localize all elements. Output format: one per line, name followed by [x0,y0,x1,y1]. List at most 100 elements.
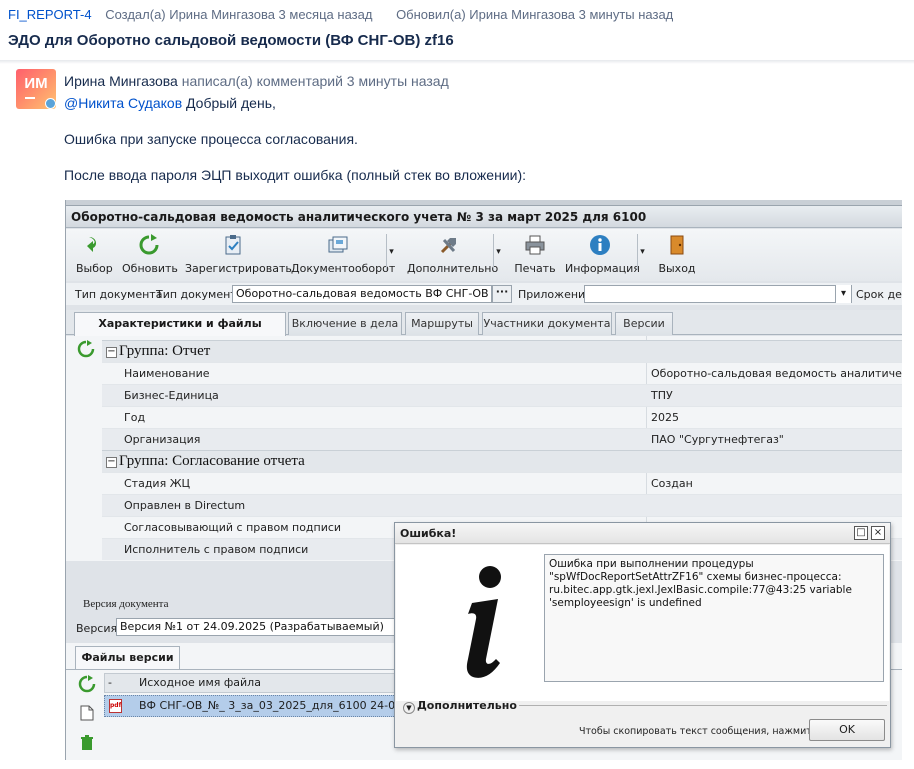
error-message[interactable]: Ошибка при выполнении процедуры "spWfDoc… [544,554,884,682]
info-dropdown-icon[interactable]: ▾ [637,234,647,270]
prop-value: ПАО "Сургутнефтегаз" [651,433,784,446]
prop-row[interactable]: Стадия ЖЦ Создан [102,472,902,494]
close-icon[interactable]: × [871,526,885,540]
prop-key: Наименование [124,367,210,380]
advanced-label: Дополнительно [417,699,517,712]
select-label: Выбор [76,262,113,275]
refresh-icon[interactable] [77,340,95,358]
prop-value: Создан [651,477,693,490]
comment-line-1: @Никита Судаков Добрый день, [64,95,526,131]
tab-routes[interactable]: Маршруты [405,312,479,335]
deadline-label: Срок дей [856,288,902,301]
prop-row[interactable]: Организация ПАО "Сургутнефтегаз" [102,428,902,450]
group-title: Группа: Отчет [119,343,211,359]
doctype-row: Тип документа Тип документа Оборотно-сал… [66,283,902,305]
exit-label: Выход [658,262,696,275]
prop-value: ТПУ [651,389,673,402]
prop-key: Оправлен в Directum [124,499,246,512]
printer-icon [525,235,545,255]
status-badge-icon [45,98,56,109]
col-file-name[interactable]: Исходное имя файла [139,674,261,692]
table-row[interactable]: pdf ВФ СНГ-ОВ_№_ 3_за_03_2025_для_6100 2… [104,695,434,717]
window-title: Оборотно-сальдовая ведомость аналитическ… [66,206,902,228]
prop-key: Год [124,411,146,424]
attachment-label: Приложение [518,288,592,301]
tools-icon [440,238,456,254]
refresh-icon [139,234,159,255]
docflow-dropdown-icon[interactable]: ▾ [386,234,396,270]
header-divider [0,60,914,64]
more-dropdown-icon[interactable]: ▾ [493,234,503,270]
issue-meta: FI_REPORT-4 Создал(а) Ирина Мингазова 3 … [8,7,673,22]
ok-button[interactable]: OK [809,719,885,741]
exit-button[interactable]: Выход [658,234,696,275]
group-title: Группа: Согласование отчета [119,453,305,469]
issue-key-link[interactable]: FI_REPORT-4 [8,7,92,22]
comment-header: Ирина Мингазова написал(а) комментарий 3… [64,73,449,89]
avatar-mark [25,97,35,99]
issue-title: ЭДО для Оборотно сальдовой ведомости (ВФ… [8,32,454,49]
prop-row[interactable]: Оправлен в Directum [102,494,902,516]
col-dash: - [108,676,112,689]
select-arrow-icon [87,237,97,252]
collapse-icon[interactable]: − [106,457,117,468]
maximize-icon[interactable]: □ [854,526,868,540]
refresh-button[interactable]: Обновить [122,234,178,275]
version-select[interactable]: Версия №1 от 24.09.2025 (Разрабатываемый… [116,618,416,636]
pdf-icon: pdf [109,699,122,713]
tab-bar: Характеристики и файлы версии Включение … [66,310,902,352]
version-label: Версия [76,622,118,635]
mention-link[interactable]: @Никита Судаков [64,95,182,111]
prop-value: Оборотно-сальдовая ведомость аналитическ… [651,367,902,380]
refresh-label: Обновить [122,262,178,275]
new-file-icon[interactable] [80,705,94,721]
created-info: Создал(а) Ирина Мингазова 3 месяца назад [105,7,373,22]
tab-version-files[interactable]: Файлы версии [75,646,180,669]
chevron-down-icon[interactable]: ▾ [835,285,851,303]
dialog-body: Ошибка при выполнении процедуры "spWfDoc… [396,545,889,701]
comment-author-link[interactable]: Ирина Мингазова [64,73,178,89]
prop-key: Организация [124,433,201,446]
chevron-down-icon[interactable]: ▼ [403,702,415,714]
collapse-icon[interactable]: − [106,347,117,358]
info-label: Информация [565,262,640,275]
tab-participants[interactable]: Участники документа [482,312,612,335]
prop-row[interactable]: Наименование Оборотно-сальдовая ведомость… [102,362,902,384]
comment-action: написал(а) комментарий 3 минуты назад [181,73,449,89]
error-dialog: Ошибка! □ × Ошибка при выполнении процед… [394,522,891,748]
select-button[interactable]: Выбор [76,234,113,275]
refresh-files-icon[interactable] [78,675,96,693]
register-button[interactable]: Зарегистрировать [185,234,292,275]
prop-row[interactable]: Год 2025 [102,406,902,428]
prop-row[interactable]: Бизнес-Единица ТПУ [102,384,902,406]
attachment-select[interactable] [584,285,852,303]
comment-line-3: После ввода пароля ЭЦП выходит ошибка (п… [64,167,527,183]
clipboard-icon [225,235,241,255]
doctype-label-1: Тип документа [75,288,163,301]
group-header-report[interactable]: − Группа: Отчет [102,340,902,362]
attached-screenshot[interactable]: Оборотно-сальдовая ведомость аналитическ… [65,200,902,760]
tab-inclusion[interactable]: Включение в дела [288,312,402,335]
docflow-icon [328,236,348,253]
advanced-divider [519,705,887,706]
files-table-header: - Исходное имя файла [104,673,434,693]
docflow-button[interactable]: Документооборот [291,234,395,275]
trash-icon[interactable] [80,735,94,751]
updated-info: Обновил(а) Ирина Мингазова 3 минуты наза… [396,7,674,22]
more-button[interactable]: Дополнительно [407,234,498,275]
prop-key: Исполнитель с правом подписи [124,543,309,556]
prop-key: Стадия ЖЦ [124,477,191,490]
avatar-initials: ИМ [24,75,48,92]
file-name: ВФ СНГ-ОВ_№_ 3_за_03_2025_для_6100 24-09… [139,699,426,712]
tab-characteristics[interactable]: Характеристики и файлы версии [74,312,286,352]
dialog-title: Ошибка! [395,523,890,544]
info-button[interactable]: Информация [565,234,640,275]
docflow-label: Документооборот [291,262,396,275]
prop-value: 2025 [651,411,679,424]
print-button[interactable]: Печать [514,234,556,275]
group-header-approval[interactable]: − Группа: Согласование отчета [102,450,902,472]
doctype-field[interactable]: Оборотно-сальдовая ведомость ВФ СНГ-ОВ [232,285,492,303]
tab-versions[interactable]: Версии [615,312,673,335]
doctype-picker-button[interactable]: ··· [492,285,512,303]
advanced-section[interactable]: ▼ Дополнительно [403,699,887,715]
